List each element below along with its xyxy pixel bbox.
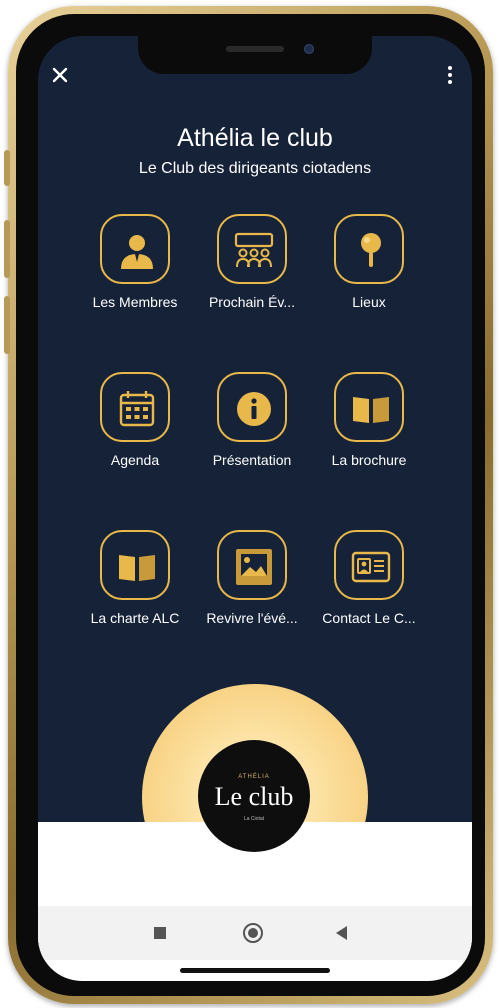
tile-presentation[interactable]: Présentation [191, 372, 311, 482]
overflow-menu-button[interactable] [442, 64, 458, 88]
audience-icon [234, 232, 274, 268]
logo-tagline: La Ciotat [243, 816, 264, 822]
home-icon[interactable] [243, 923, 263, 943]
logo-brand-text: ATHÉLIA [238, 774, 270, 780]
book-icon [353, 397, 389, 423]
camera-icon [304, 44, 314, 54]
book-icon [119, 555, 155, 581]
tile-label: Lieux [352, 294, 386, 310]
side-button-volume-down [4, 296, 10, 354]
user-icon [121, 235, 153, 269]
info-icon [237, 392, 271, 426]
pin-icon [361, 233, 381, 267]
calendar-icon [119, 391, 155, 427]
tile-contact[interactable]: Contact Le C... [308, 530, 428, 640]
tile-revivre-evenement[interactable]: Revivre l'évé... [191, 530, 311, 640]
tile-lieux[interactable]: Lieux [308, 214, 428, 324]
club-logo: ATHÉLIA Le club La Ciotat [198, 740, 310, 852]
tile-agenda[interactable]: Agenda [74, 372, 194, 482]
speaker-grille [226, 46, 284, 52]
notch [138, 36, 372, 74]
image-icon [236, 549, 272, 585]
tile-la-charte-alc[interactable]: La charte ALC [74, 530, 194, 640]
logo-main-text: Le club [214, 782, 294, 811]
contact-card-icon [351, 551, 391, 583]
tile-label: Présentation [212, 452, 292, 468]
tile-label: Agenda [110, 452, 160, 468]
tile-les-membres[interactable]: Les Membres [74, 214, 194, 324]
home-indicator[interactable] [180, 968, 330, 973]
back-icon[interactable] [336, 926, 347, 940]
tile-label: Contact Le C... [322, 610, 416, 626]
tile-la-brochure[interactable]: La brochure [308, 372, 428, 482]
tile-label: La charte ALC [90, 610, 180, 626]
tile-prochain-evenement[interactable]: Prochain Év... [191, 214, 311, 324]
side-button-volume-up [4, 220, 10, 278]
tile-label: Prochain Év... [208, 294, 296, 310]
close-icon [52, 67, 68, 83]
tile-label: La brochure [331, 452, 407, 468]
tile-label: Revivre l'évé... [206, 610, 298, 626]
close-button[interactable] [48, 64, 72, 88]
recent-apps-icon[interactable] [154, 927, 166, 939]
phone-screen: Athélia le club Le Club des dirigeants c… [38, 36, 472, 981]
page-subtitle: Le Club des dirigeants ciotadens [138, 160, 372, 177]
android-nav-bar [38, 906, 472, 960]
more-vert-icon [448, 66, 452, 70]
tile-label: Les Membres [92, 294, 178, 310]
page-title: Athélia le club [177, 124, 333, 152]
side-button-silent [4, 150, 10, 186]
